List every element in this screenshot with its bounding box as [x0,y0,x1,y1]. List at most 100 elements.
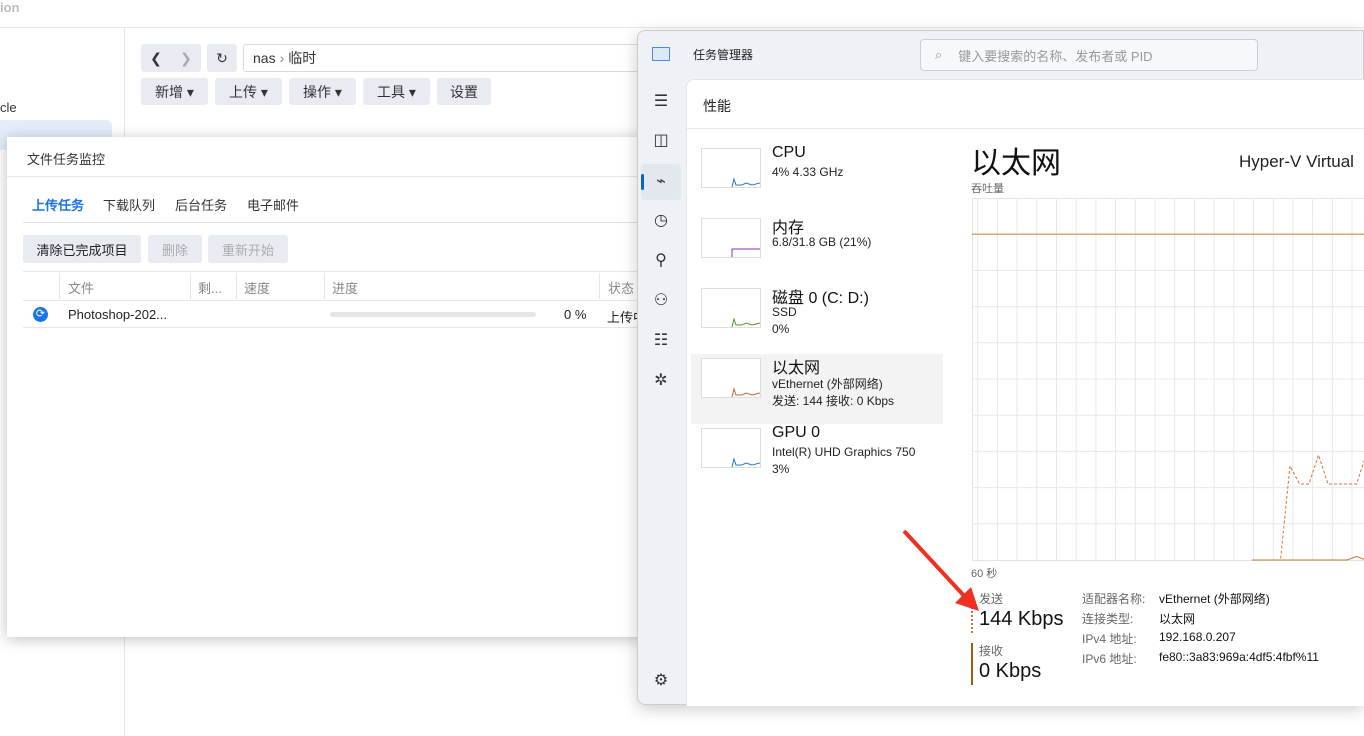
prop-key: 连接类型: [1082,612,1134,626]
tab-upload[interactable]: 上传任务 [32,195,84,214]
tab-background[interactable]: 后台任务 [175,195,227,214]
task-file-name: Photoshop-202... [68,307,168,322]
performance-panel: 性能 CPU 4% 4.33 GHz 内存 6.8/31.8 GB (21%) … [686,79,1364,706]
clear-completed-button[interactable]: 清除已完成项目 [23,235,141,263]
services-icon[interactable]: ✲ [650,370,672,392]
action-button[interactable]: 操作 ▾ [289,78,356,105]
back-icon[interactable]: ❮ [141,50,171,67]
col-divider [59,273,60,299]
perf-item-name: GPU 0 [772,424,821,441]
perf-item-thumbnail [701,358,761,398]
sidebar-item[interactable]: cle [0,100,17,115]
perf-item-0[interactable]: CPU 4% 4.33 GHz [691,144,943,214]
users-icon[interactable]: ⚇ [650,290,672,312]
window-title-fragment: ion [0,0,20,15]
recv-label: 接收 [979,644,1004,658]
perf-item-thumbnail [701,218,761,258]
col-file[interactable]: 文件 [68,278,94,297]
upload-button[interactable]: 上传 ▾ [215,78,282,105]
prop-value: 以太网 [1159,612,1196,626]
divider [0,27,1364,28]
col-divider [236,273,237,299]
search-icon: ⌕ [935,47,943,62]
perf-item-name: CPU [772,144,806,161]
perf-item-3[interactable]: 以太网 vEthernet (外部网络) 发送: 144 接收: 0 Kbps [691,354,943,424]
forward-icon[interactable]: ❯ [171,50,201,67]
divider [687,128,1364,129]
delete-button[interactable]: 删除 [148,235,202,263]
sync-icon: ⟳ [33,307,48,322]
perf-item-thumbnail [701,428,761,468]
divider [7,176,647,177]
detail-title: 以太网 [971,147,1061,180]
refresh-button[interactable]: ↻ [207,44,237,72]
perf-item-4[interactable]: GPU 0 Intel(R) UHD Graphics 750 3% [691,424,943,494]
processes-icon[interactable]: ◫ [650,130,672,152]
hamburger-icon[interactable]: ☰ [650,91,672,113]
col-status[interactable]: 状态 [608,278,634,297]
perf-item-detail: SSD [772,305,797,319]
col-progress[interactable]: 进度 [332,278,358,297]
search-placeholder: 键入要搜索的名称、发布者或 PID [958,48,1153,64]
perf-item-detail: Intel(R) UHD Graphics 750 [772,445,916,459]
file-task-monitor-dialog: 文件任务监控 上传任务 下载队列 后台任务 电子邮件 清除已完成项目 删除 重新… [7,137,647,637]
path-root[interactable]: nas [253,50,276,66]
refresh-icon: ↻ [216,49,228,66]
dialog-title: 文件任务监控 [27,152,106,167]
perf-item-detail: 6.8/31.8 GB (21%) [772,235,872,249]
prop-value: fe80::3a83:969a:4df5:4fbf%11 [1159,650,1319,664]
divider [23,222,647,223]
prop-value: vEthernet (外部网络) [1159,592,1270,606]
new-button[interactable]: 新增 ▾ [141,78,208,105]
settings-button[interactable]: 设置 [437,78,491,105]
perf-item-thumbnail [701,288,761,328]
prop-key: IPv4 地址: [1082,632,1137,646]
col-remaining[interactable]: 剩... [198,278,222,297]
divider [23,300,647,301]
perf-item-detail2: 3% [772,462,790,476]
performance-icon[interactable]: ⌁ [650,171,672,193]
prop-key: IPv6 地址: [1082,652,1137,666]
restart-button[interactable]: 重新开始 [208,235,288,263]
col-speed[interactable]: 速度 [244,278,270,297]
details-icon[interactable]: ☷ [650,330,672,352]
col-divider [190,273,191,299]
task-manager-logo-icon [652,47,670,61]
search-input[interactable]: ⌕ 键入要搜索的名称、发布者或 PID [920,39,1258,71]
path-folder[interactable]: 临时 [288,48,316,68]
page-title: 性能 [703,98,731,114]
prop-key: 适配器名称: [1082,592,1146,606]
divider [23,271,647,272]
perf-item-detail: vEthernet (外部网络) [772,377,883,391]
perf-item-2[interactable]: 磁盘 0 (C: D:) SSD 0% [691,284,943,354]
task-progress-text: 0 % [564,307,587,322]
settings-icon[interactable]: ⚙ [650,670,672,692]
startup-icon[interactable]: ⚲ [650,250,672,272]
task-progress-bar [330,312,536,317]
tools-button[interactable]: 工具 ▾ [363,78,430,105]
divider [23,327,647,328]
perf-item-detail: 4% 4.33 GHz [772,165,844,179]
perf-item-1[interactable]: 内存 6.8/31.8 GB (21%) [691,214,943,284]
task-manager-window: 任务管理器 ⌕ 键入要搜索的名称、发布者或 PID ☰ ◫ ⌁ ◷ ⚲ ⚇ ☷ ✲… [637,30,1364,706]
tab-email[interactable]: 电子邮件 [247,195,299,214]
perf-item-detail2: 发送: 144 接收: 0 Kbps [772,394,895,408]
recv-legend-line [971,643,973,685]
prop-value: 192.168.0.207 [1159,630,1236,644]
selected-indicator [641,174,644,190]
tab-download[interactable]: 下载队列 [103,195,155,214]
nav-buttons: ❮ ❯ [141,44,201,72]
perf-item-thumbnail [701,148,761,188]
adapter-title: Hyper-V Virtual [1239,152,1354,171]
annotation-arrow [902,529,979,611]
graph-label: 吞吐量 [971,183,1004,195]
perf-item-detail2: 0% [772,322,790,336]
send-value: 144 Kbps [979,608,1064,630]
history-icon[interactable]: ◷ [650,210,672,232]
col-divider [324,273,325,299]
throughput-chart [972,198,1364,561]
col-divider [599,273,600,299]
path-sep: › [279,50,285,66]
window-title: 任务管理器 [693,48,754,62]
path-bar[interactable]: nas › 临时 [243,44,643,72]
